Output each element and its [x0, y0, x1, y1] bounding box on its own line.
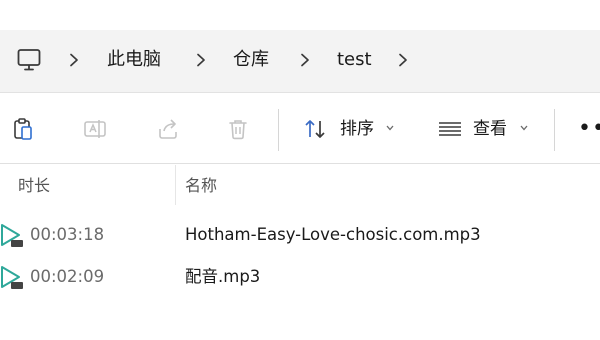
breadcrumb-item-test[interactable]: test	[337, 48, 372, 72]
file-row[interactable]: 00:03:18 Hotham-Easy-Love-chosic.com.mp3	[0, 215, 600, 255]
chevron-right-icon[interactable]	[300, 53, 310, 67]
rename-icon[interactable]	[83, 117, 107, 141]
file-duration: 00:02:09	[30, 267, 105, 286]
file-name[interactable]: Hotham-Easy-Love-chosic.com.mp3	[185, 224, 481, 246]
chevron-right-icon[interactable]	[196, 53, 206, 67]
toolbar-divider	[554, 109, 555, 151]
trash-icon[interactable]	[226, 117, 250, 141]
breadcrumb-item-repository[interactable]: 仓库	[233, 48, 269, 72]
chevron-right-icon[interactable]	[398, 53, 408, 67]
mp3-file-icon	[1, 266, 23, 289]
breadcrumb-item-this-pc[interactable]: 此电脑	[107, 48, 161, 72]
view-button[interactable]: 查看	[436, 95, 536, 163]
chevron-right-icon[interactable]	[69, 53, 79, 67]
share-icon[interactable]	[156, 117, 180, 141]
file-name[interactable]: 配音.mp3	[185, 266, 260, 288]
view-label: 查看	[473, 119, 507, 139]
computer-icon[interactable]	[16, 47, 42, 73]
column-header-row: 时长 名称	[0, 165, 600, 205]
file-row[interactable]: 00:02:09 配音.mp3	[0, 257, 600, 297]
column-header-name[interactable]: 名称	[185, 176, 217, 196]
chevron-down-icon	[520, 125, 528, 131]
clipboard-icon[interactable]	[11, 117, 35, 141]
chevron-down-icon	[386, 125, 394, 131]
address-bar[interactable]: 此电脑 仓库 test	[0, 30, 600, 93]
more-options-button[interactable]: •••	[578, 118, 600, 140]
sort-label: 排序	[340, 119, 374, 139]
window-top-strip	[0, 0, 600, 30]
command-bar: 排序 查看 •••	[0, 95, 600, 164]
file-duration: 00:03:18	[30, 225, 105, 244]
sort-arrows-icon	[305, 120, 325, 138]
view-list-icon	[439, 122, 461, 136]
toolbar-divider	[278, 109, 279, 151]
column-divider[interactable]	[175, 165, 176, 205]
sort-button[interactable]: 排序	[300, 95, 400, 163]
mp3-file-icon	[1, 224, 23, 247]
column-header-duration[interactable]: 时长	[18, 176, 50, 196]
